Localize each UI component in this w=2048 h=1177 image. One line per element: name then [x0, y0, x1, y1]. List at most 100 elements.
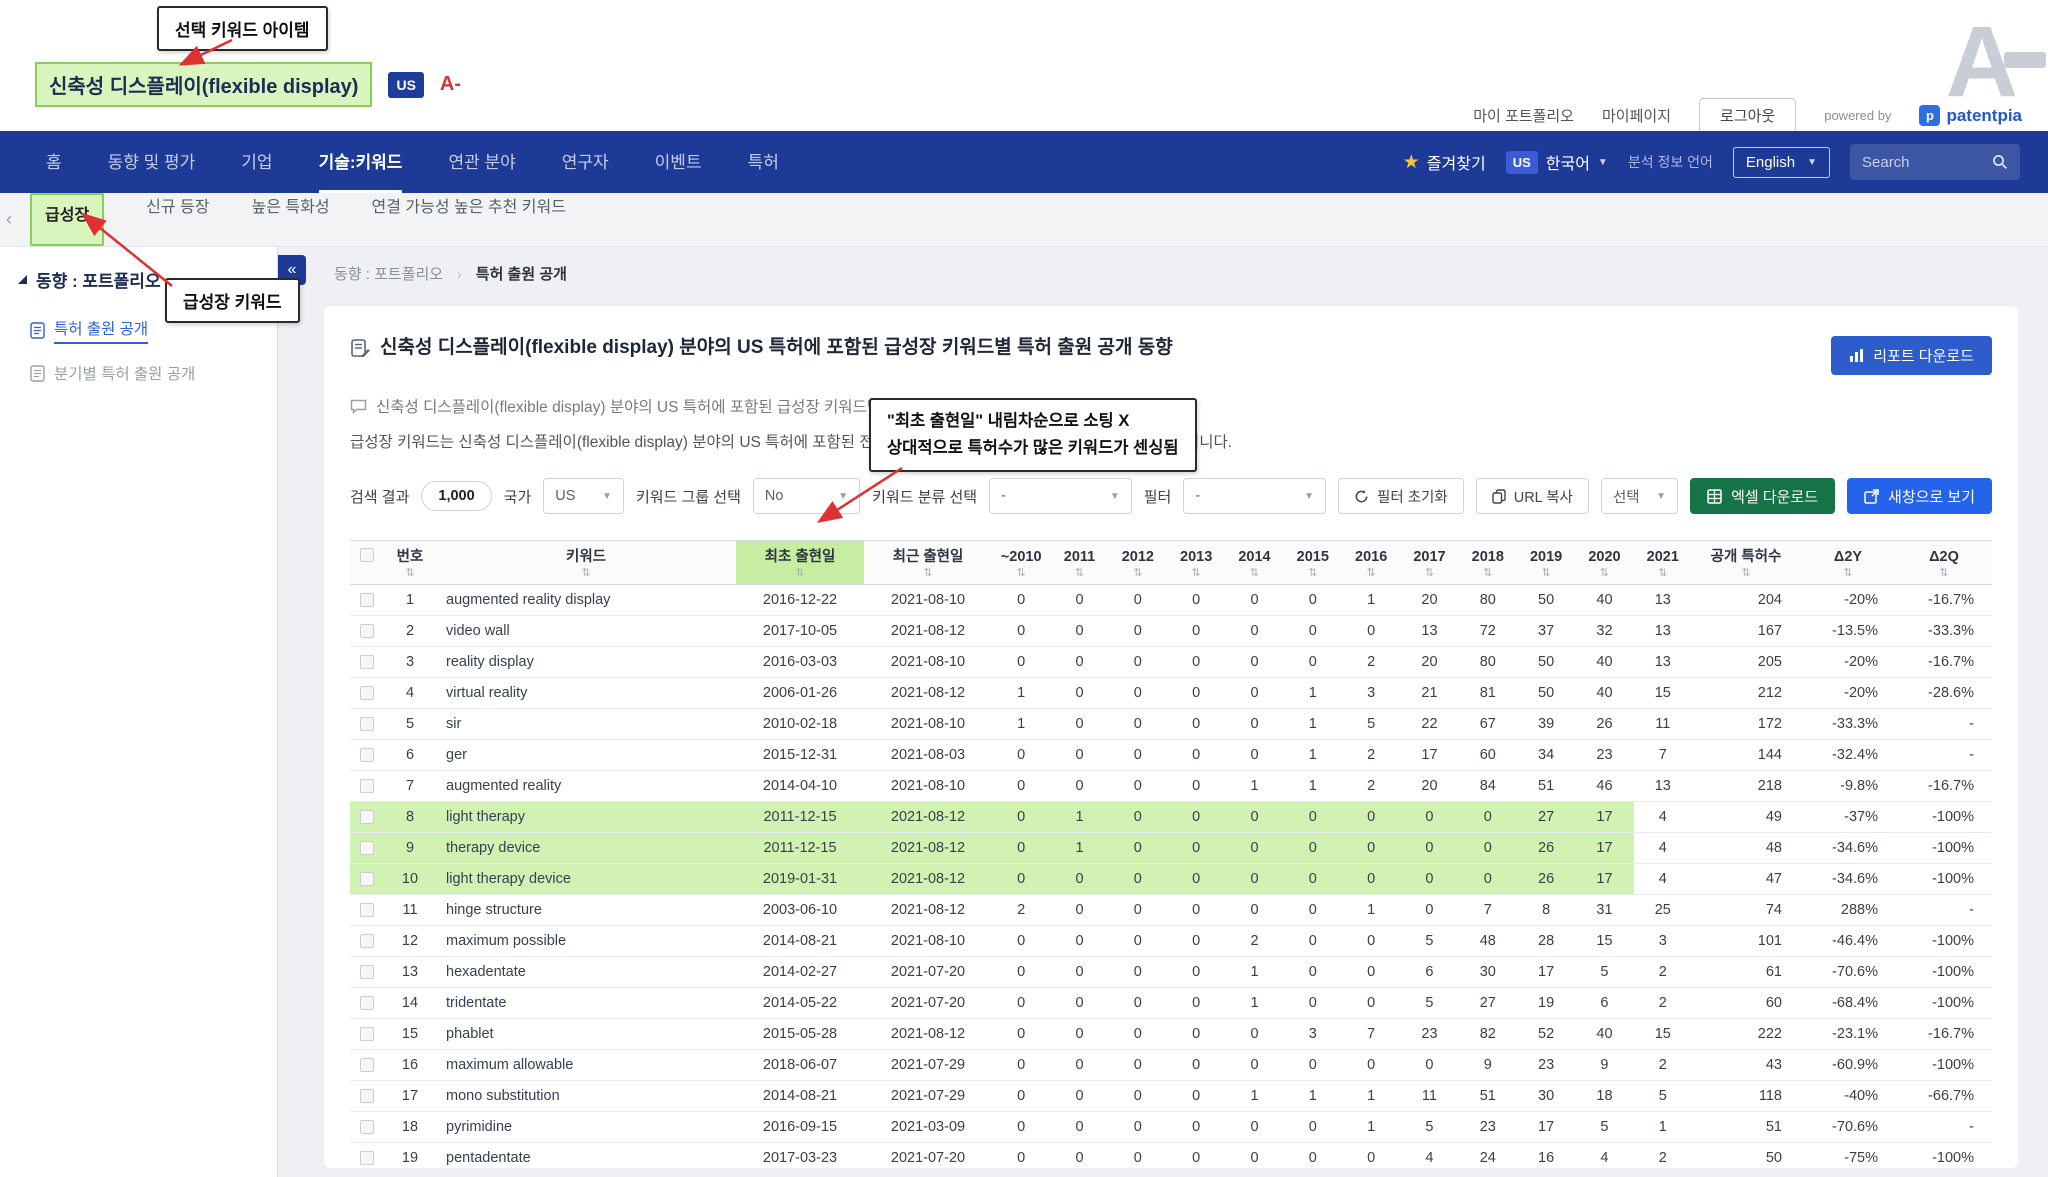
column-header[interactable]: 2015⇅ [1284, 541, 1342, 585]
year-count-cell: 0 [1342, 926, 1400, 957]
subnav-item[interactable]: 높은 특화성 [252, 193, 330, 246]
nav-item[interactable]: 기술:키워드 [319, 131, 403, 193]
chevron-left-icon[interactable]: ‹ [6, 209, 12, 230]
year-count-cell: 12 [1400, 1174, 1458, 1177]
last-date-cell: 2021-08-12 [864, 678, 992, 709]
sort-icon[interactable]: ⇅ [1404, 568, 1454, 579]
column-header[interactable]: 2018⇅ [1459, 541, 1517, 585]
row-checkbox[interactable] [360, 686, 374, 700]
sort-icon[interactable]: ⇅ [1229, 568, 1279, 579]
last-date-cell: 2021-07-29 [864, 1050, 992, 1081]
sort-icon[interactable]: ⇅ [1696, 568, 1796, 579]
nav-item[interactable]: 특허 [748, 131, 779, 193]
sort-icon[interactable]: ⇅ [1346, 568, 1396, 579]
excel-download-button[interactable]: 엑셀 다운로드 [1690, 478, 1835, 514]
column-header[interactable]: 공개 특허수⇅ [1692, 541, 1800, 585]
row-checkbox[interactable] [360, 748, 374, 762]
nav-item[interactable]: 동향 및 평가 [108, 131, 196, 193]
subnav-item[interactable]: 급성장 [30, 193, 104, 246]
column-header[interactable]: 2013⇅ [1167, 541, 1225, 585]
column-header[interactable]: 번호⇅ [384, 541, 436, 585]
sort-icon[interactable]: ⇅ [440, 568, 732, 579]
column-header[interactable]: 2019⇅ [1517, 541, 1575, 585]
column-header[interactable]: 2021⇅ [1634, 541, 1692, 585]
column-header[interactable]: 최초 출현일⇅ [736, 541, 864, 585]
filter-reset-button[interactable]: 필터 초기화 [1338, 478, 1464, 514]
analysis-language-select[interactable]: English ▼ [1733, 147, 1830, 178]
row-checkbox[interactable] [360, 717, 374, 731]
sort-icon[interactable]: ⇅ [1900, 568, 1988, 579]
sort-icon[interactable]: ⇅ [1579, 568, 1629, 579]
row-checkbox[interactable] [360, 903, 374, 917]
sort-icon[interactable]: ⇅ [388, 568, 432, 579]
sort-icon[interactable]: ⇅ [1171, 568, 1221, 579]
nav-item[interactable]: 연관 분야 [448, 131, 515, 193]
row-checkbox[interactable] [360, 1089, 374, 1103]
sort-icon[interactable]: ⇅ [1638, 568, 1688, 579]
row-checkbox[interactable] [360, 1027, 374, 1041]
row-checkbox[interactable] [360, 593, 374, 607]
language-select[interactable]: US 한국어 ▼ [1506, 150, 1608, 174]
my-page-link[interactable]: 마이페이지 [1602, 105, 1671, 126]
column-header[interactable]: 2011⇅ [1050, 541, 1108, 585]
row-checkbox[interactable] [360, 779, 374, 793]
row-checkbox[interactable] [360, 841, 374, 855]
sort-icon[interactable]: ⇅ [996, 568, 1046, 579]
filter-select[interactable]: -▼ [1183, 478, 1326, 514]
column-header[interactable]: 2014⇅ [1225, 541, 1283, 585]
keyword-group-select[interactable]: No▼ [753, 478, 860, 514]
row-checkbox[interactable] [360, 1058, 374, 1072]
row-checkbox[interactable] [360, 996, 374, 1010]
sort-icon[interactable]: ⇅ [1054, 568, 1104, 579]
column-header[interactable]: 2016⇅ [1342, 541, 1400, 585]
action-select[interactable]: 선택▼ [1601, 478, 1678, 514]
row-checkbox[interactable] [360, 655, 374, 669]
row-checkbox[interactable] [360, 624, 374, 638]
nav-item[interactable]: 기업 [241, 131, 272, 193]
nav-item[interactable]: 이벤트 [655, 131, 702, 193]
sort-icon[interactable]: ⇅ [1288, 568, 1338, 579]
subnav-item[interactable]: 신규 등장 [146, 193, 209, 246]
sort-icon[interactable]: ⇅ [868, 568, 988, 579]
keyword-cell: sir [436, 709, 736, 740]
report-download-button[interactable]: 리포트 다운로드 [1831, 336, 1992, 375]
column-header[interactable]: 최근 출현일⇅ [864, 541, 992, 585]
sort-icon[interactable]: ⇅ [1113, 568, 1163, 579]
sort-icon[interactable]: ⇅ [1521, 568, 1571, 579]
column-header[interactable]: Δ2Q⇅ [1896, 541, 1992, 585]
row-checkbox[interactable] [360, 1120, 374, 1134]
first-date-cell: 2014-05-22 [736, 988, 864, 1019]
subnav-item[interactable]: 연결 가능성 높은 추천 키워드 [372, 193, 566, 246]
select-all-checkbox[interactable] [360, 548, 374, 562]
column-header[interactable]: 키워드⇅ [436, 541, 736, 585]
sort-icon[interactable]: ⇅ [1804, 568, 1892, 579]
column-header[interactable]: 2017⇅ [1400, 541, 1458, 585]
row-checkbox[interactable] [360, 934, 374, 948]
row-checkbox[interactable] [360, 872, 374, 886]
keyword-class-select[interactable]: -▼ [989, 478, 1132, 514]
row-checkbox[interactable] [360, 1151, 374, 1165]
column-header[interactable]: ~2010⇅ [992, 541, 1050, 585]
sidebar-item[interactable]: 분기별 특허 출원 공개 [0, 353, 277, 393]
logout-button[interactable]: 로그아웃 [1699, 98, 1796, 133]
favorites-button[interactable]: ★ 즐겨찾기 [1403, 150, 1486, 174]
nav-item[interactable]: 연구자 [562, 131, 609, 193]
sort-icon[interactable]: ⇅ [740, 568, 860, 579]
column-header[interactable]: Δ2Y⇅ [1800, 541, 1896, 585]
year-count-cell: 0 [1109, 802, 1167, 833]
year-count-cell: 0 [1284, 895, 1342, 926]
breadcrumb-parent[interactable]: 동향 : 포트폴리오 [334, 263, 443, 284]
search-box[interactable] [1850, 144, 2020, 180]
search-input[interactable] [1862, 154, 1984, 171]
nav-item[interactable]: 홈 [46, 131, 62, 193]
sort-icon[interactable]: ⇅ [1463, 568, 1513, 579]
column-header[interactable]: 2020⇅ [1575, 541, 1633, 585]
my-portfolio-link[interactable]: 마이 포트폴리오 [1473, 105, 1574, 126]
row-checkbox[interactable] [360, 810, 374, 824]
row-checkbox[interactable] [360, 965, 374, 979]
column-header[interactable]: 2012⇅ [1109, 541, 1167, 585]
country-select[interactable]: US▼ [543, 478, 624, 514]
open-new-window-button[interactable]: 새창으로 보기 [1847, 478, 1992, 514]
year-count-cell: 1 [1225, 1081, 1283, 1112]
copy-url-button[interactable]: URL 복사 [1476, 478, 1589, 514]
